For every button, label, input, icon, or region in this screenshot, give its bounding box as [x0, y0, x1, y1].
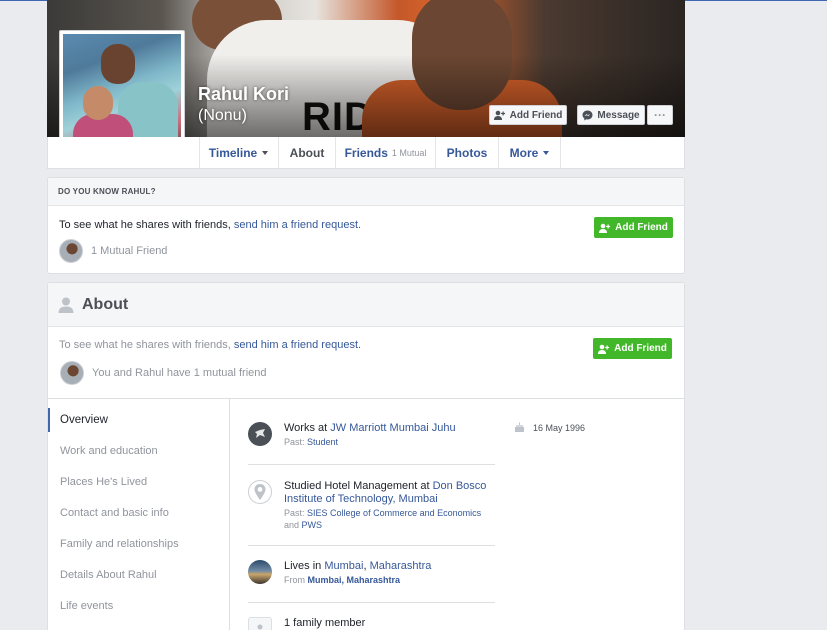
nav-work-education[interactable]: Work and education: [48, 439, 229, 463]
about-box: About To see what he shares with friends…: [47, 282, 685, 630]
work-text: Works at JW Marriott Mumbai Juhu Past: S…: [284, 422, 494, 448]
tab-divider: [199, 137, 200, 168]
birthday-date: 16 May 1996: [533, 422, 586, 433]
about-mutual-row[interactable]: You and Rahul have 1 mutual friend: [60, 361, 267, 385]
about-header: About: [48, 283, 684, 327]
nav-places-lived[interactable]: Places He's Lived: [48, 470, 229, 494]
more-options-button[interactable]: ···: [647, 105, 673, 125]
education-past-school2-link[interactable]: PWS: [302, 520, 323, 530]
about-friend-request-sentence: To see what he shares with friends, send…: [59, 339, 361, 351]
caret-down-icon: [543, 150, 550, 155]
add-friend-button[interactable]: Add Friend: [489, 105, 567, 125]
nav-family-relationships[interactable]: Family and relationships: [48, 532, 229, 556]
lives-text: Lives in Mumbai, Maharashtra From Mumbai…: [284, 560, 494, 586]
nav-overview[interactable]: Overview: [48, 408, 229, 432]
more-options-label: ···: [654, 108, 666, 122]
tab-timeline-label: Timeline: [208, 145, 258, 160]
education-line: Studied Hotel Management at Don Bosco In…: [284, 480, 494, 506]
tab-friends-mutual-count: 1 Mutual: [391, 147, 427, 158]
work-past-line: Past: Student: [284, 436, 494, 448]
education-text: Studied Hotel Management at Don Bosco In…: [284, 480, 494, 531]
messenger-icon: [582, 110, 593, 120]
friend-request-text: To see what he shares with friends,: [59, 219, 231, 231]
tab-more[interactable]: More: [499, 137, 561, 168]
lives-from-line: From Mumbai, Maharashtra: [284, 574, 494, 586]
do-you-know-box: DO YOU KNOW RAHUL? To see what he shares…: [47, 177, 685, 274]
person-icon: [58, 297, 74, 313]
add-friend-icon: [493, 110, 505, 120]
work-logo-icon: [248, 422, 272, 446]
add-friend-green-label: Add Friend: [615, 222, 668, 233]
about-add-friend-button[interactable]: Add Friend: [593, 338, 672, 359]
mutual-friend-avatar: [60, 361, 84, 385]
tab-photos[interactable]: Photos: [436, 137, 499, 168]
lives-prefix: Lives in: [284, 560, 322, 572]
about-mutual-text: You and Rahul have 1 mutual friend: [92, 367, 267, 379]
message-button[interactable]: Message: [577, 105, 645, 125]
work-past-prefix: Past:: [284, 437, 305, 447]
tab-photos-label: Photos: [446, 145, 488, 160]
nav-details-about[interactable]: Details About Rahul: [48, 563, 229, 587]
about-send-friend-request-link[interactable]: send him a friend request.: [234, 339, 361, 351]
avatar-shape: [83, 86, 113, 120]
entry-divider: [248, 464, 495, 465]
profile-alternate-name: (Nonu): [198, 107, 247, 124]
add-friend-icon: [598, 344, 610, 354]
lives-city-link[interactable]: Mumbai: [324, 560, 363, 572]
profile-tab-bar: Timeline About Friends 1 Mutual Photos M…: [47, 137, 685, 169]
mutual-friend-count: 1 Mutual Friend: [91, 245, 168, 257]
send-friend-request-link[interactable]: send him a friend request.: [234, 219, 361, 231]
mutual-friend-row[interactable]: 1 Mutual Friend: [59, 239, 167, 263]
profile-picture-image: [63, 34, 181, 153]
tab-friends[interactable]: Friends 1 Mutual: [336, 137, 436, 168]
avatar-shape: [101, 44, 135, 84]
family-count: 1 family member: [284, 617, 366, 629]
about-add-friend-label: Add Friend: [614, 343, 667, 354]
message-label: Message: [597, 109, 640, 121]
lives-from-prefix: From: [284, 575, 305, 585]
work-past-link[interactable]: Student: [307, 437, 338, 447]
tab-more-label: More: [509, 145, 539, 160]
entry-divider: [248, 545, 495, 546]
friend-request-sentence: To see what he shares with friends, send…: [59, 219, 361, 231]
work-line: Works at JW Marriott Mumbai Juhu: [284, 422, 494, 435]
about-section-nav: Overview Work and education Places He's …: [48, 399, 230, 630]
about-friend-request-text: To see what he shares with friends,: [59, 339, 231, 351]
lives-line: Lives in Mumbai, Maharashtra: [284, 560, 494, 573]
education-prefix: Studied Hotel Management at: [284, 480, 430, 492]
education-past-line: Past: SIES College of Commerce and Econo…: [284, 507, 494, 531]
do-you-know-header: DO YOU KNOW RAHUL?: [48, 178, 684, 206]
about-notice: To see what he shares with friends, send…: [48, 327, 684, 399]
tab-about[interactable]: About: [279, 137, 336, 168]
lives-region-link[interactable]: Maharashtra: [370, 560, 432, 572]
city-photo-icon: [248, 560, 272, 584]
about-title: About: [82, 295, 129, 313]
tab-about-label: About: [289, 145, 325, 160]
add-friend-label: Add Friend: [509, 109, 563, 121]
entry-divider: [248, 602, 495, 603]
location-pin-icon: [248, 480, 272, 504]
nav-contact-info[interactable]: Contact and basic info: [48, 501, 229, 525]
work-employer-link[interactable]: JW Marriott Mumbai Juhu: [330, 422, 455, 434]
family-icon: [248, 617, 272, 630]
profile-name[interactable]: Rahul Kori: [198, 84, 289, 105]
add-friend-icon: [599, 223, 611, 233]
nav-life-events[interactable]: Life events: [48, 594, 229, 618]
lives-from-link[interactable]: Mumbai, Maharashtra: [308, 575, 401, 585]
tab-friends-label: Friends: [344, 145, 388, 160]
mutual-friend-avatar: [59, 239, 83, 263]
education-past-and: and: [284, 520, 300, 530]
add-friend-green-button[interactable]: Add Friend: [594, 217, 673, 238]
birthday-row: 16 May 1996: [514, 422, 585, 433]
caret-down-icon: [262, 150, 269, 155]
education-past-prefix: Past:: [284, 508, 305, 518]
tab-timeline[interactable]: Timeline: [199, 137, 279, 168]
birthday-cake-icon: [515, 422, 524, 432]
work-prefix: Works at: [284, 422, 328, 434]
education-past-school-link[interactable]: SIES College of Commerce and Economics: [307, 508, 481, 518]
family-text: 1 family member: [284, 617, 494, 630]
